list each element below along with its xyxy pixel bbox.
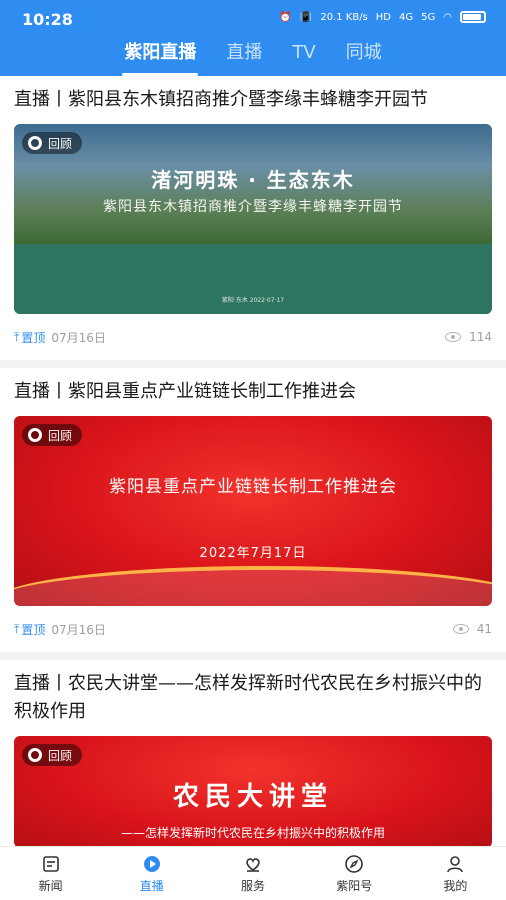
post-date: 07月16日	[51, 330, 106, 345]
service-icon	[246, 857, 260, 872]
replay-badge: 回顾	[22, 132, 83, 154]
video-thumbnail[interactable]: 回顾 紫阳县重点产业链链长制工作推进会 2022年7月17日	[14, 416, 492, 606]
list-item[interactable]: 直播丨紫阳县重点产业链链长制工作推进会 回顾 紫阳县重点产业链链长制工作推进会 …	[0, 368, 506, 660]
vibrate-icon: 📳	[299, 11, 313, 23]
pinned-tag: ⤒ 置顶	[14, 621, 45, 638]
signal-5g: 5G	[421, 11, 436, 23]
nav-label: 新闻	[38, 878, 63, 893]
thumb-small-text: 紫阳·东木 2022·07·17	[221, 297, 285, 304]
video-thumbnail[interactable]: 回顾 渚河明珠 · 生态东木 紫阳县东木镇招商推介暨李缘丰蜂糖李开园节 紫阳·东…	[14, 124, 492, 314]
view-count: 41	[452, 622, 492, 636]
nav-news[interactable]: 新闻	[0, 847, 101, 900]
record-icon	[28, 136, 42, 150]
badge-label: 回顾	[48, 428, 73, 443]
pinned-tag: ⤒ 置顶	[14, 329, 45, 346]
bottom-nav: 新闻 直播 服务 紫阳号 我的	[0, 846, 506, 900]
thumb-heading: 渚河明珠 · 生态东木	[151, 168, 355, 192]
record-icon	[28, 748, 42, 762]
thumb-subheading: 紫阳县东木镇招商推介暨李缘丰蜂糖李开园节	[103, 199, 403, 215]
profile-icon	[447, 855, 464, 872]
status-icons: ⏰ 📳 20.1 KB/s HD 4G 5G ◠	[279, 11, 486, 23]
tab-local[interactable]: 同城	[346, 38, 382, 76]
view-count-value: 41	[476, 622, 492, 636]
badge-label: 回顾	[48, 748, 73, 763]
top-bar: 10:28 ⏰ 📳 20.1 KB/s HD 4G 5G ◠ 紫阳直播 直播 T…	[0, 0, 506, 76]
card-meta: ⤒ 置顶 07月16日 41	[14, 606, 492, 652]
thumb-heading: 紫阳县重点产业链链长制工作推进会	[109, 477, 397, 497]
nav-profile[interactable]: 我的	[405, 847, 506, 900]
card-title[interactable]: 直播丨紫阳县东木镇招商推介暨李缘丰蜂糖李开园节	[14, 86, 492, 114]
battery-icon	[460, 11, 486, 23]
nav-label: 直播	[139, 878, 164, 893]
replay-badge: 回顾	[22, 744, 83, 766]
status-bar: 10:28 ⏰ 📳 20.1 KB/s HD 4G 5G ◠	[0, 0, 506, 38]
nav-label: 服务	[241, 878, 266, 893]
signal-4g: 4G	[399, 11, 414, 23]
thumb-heading: 农民大讲堂	[172, 782, 333, 812]
eye-icon	[445, 332, 462, 342]
nav-service[interactable]: 服务	[202, 847, 303, 900]
eye-icon	[452, 624, 469, 634]
pin-icon: ⤒	[14, 621, 20, 636]
card-meta: ⤒ 置顶 07月16日 114	[14, 314, 492, 360]
view-count-value: 114	[469, 330, 492, 344]
decorative-wave	[14, 566, 492, 606]
live-icon	[143, 855, 160, 872]
compass-icon	[345, 854, 364, 873]
wifi-icon: ◠	[443, 11, 452, 23]
card-title[interactable]: 直播丨紫阳县重点产业链链长制工作推进会	[14, 378, 492, 406]
list-item[interactable]: 直播丨农民大讲堂——怎样发挥新时代农民在乡村振兴中的积极作用 回顾 农民大讲堂 …	[0, 660, 506, 846]
video-thumbnail[interactable]: 回顾 农民大讲堂 ——怎样发挥新时代农民在乡村振兴中的积极作用	[14, 736, 492, 846]
top-tabs: 紫阳直播 直播 TV 同城	[0, 38, 506, 76]
card-title[interactable]: 直播丨农民大讲堂——怎样发挥新时代农民在乡村振兴中的积极作用	[14, 670, 492, 726]
tab-tv[interactable]: TV	[292, 38, 315, 76]
post-date: 07月16日	[51, 622, 106, 637]
news-icon	[42, 855, 59, 872]
nav-ziyang-hao[interactable]: 紫阳号	[304, 847, 405, 900]
tab-ziyang-live[interactable]: 紫阳直播	[122, 38, 199, 76]
pin-icon: ⤒	[14, 329, 20, 344]
pinned-label: 置顶	[21, 330, 46, 345]
badge-label: 回顾	[48, 136, 73, 151]
thumb-subheading: ——怎样发挥新时代农民在乡村振兴中的积极作用	[120, 826, 385, 840]
pinned-label: 置顶	[21, 622, 46, 637]
live-feed[interactable]: 直播丨紫阳县东木镇招商推介暨李缘丰蜂糖李开园节 回顾 渚河明珠 · 生态东木 紫…	[0, 76, 506, 846]
tab-live[interactable]: 直播	[226, 38, 262, 76]
alarm-icon: ⏰	[279, 11, 292, 23]
nav-live[interactable]: 直播	[101, 847, 202, 900]
status-time: 10:28	[22, 10, 73, 29]
hd-icon: HD	[375, 11, 392, 23]
network-speed: 20.1 KB/s	[320, 11, 368, 23]
nav-label: 紫阳号	[336, 878, 373, 893]
replay-badge: 回顾	[22, 424, 83, 446]
record-icon	[28, 428, 42, 442]
list-item[interactable]: 直播丨紫阳县东木镇招商推介暨李缘丰蜂糖李开园节 回顾 渚河明珠 · 生态东木 紫…	[0, 76, 506, 368]
nav-label: 我的	[443, 878, 468, 893]
view-count: 114	[445, 330, 492, 344]
thumb-date: 2022年7月17日	[199, 546, 307, 561]
